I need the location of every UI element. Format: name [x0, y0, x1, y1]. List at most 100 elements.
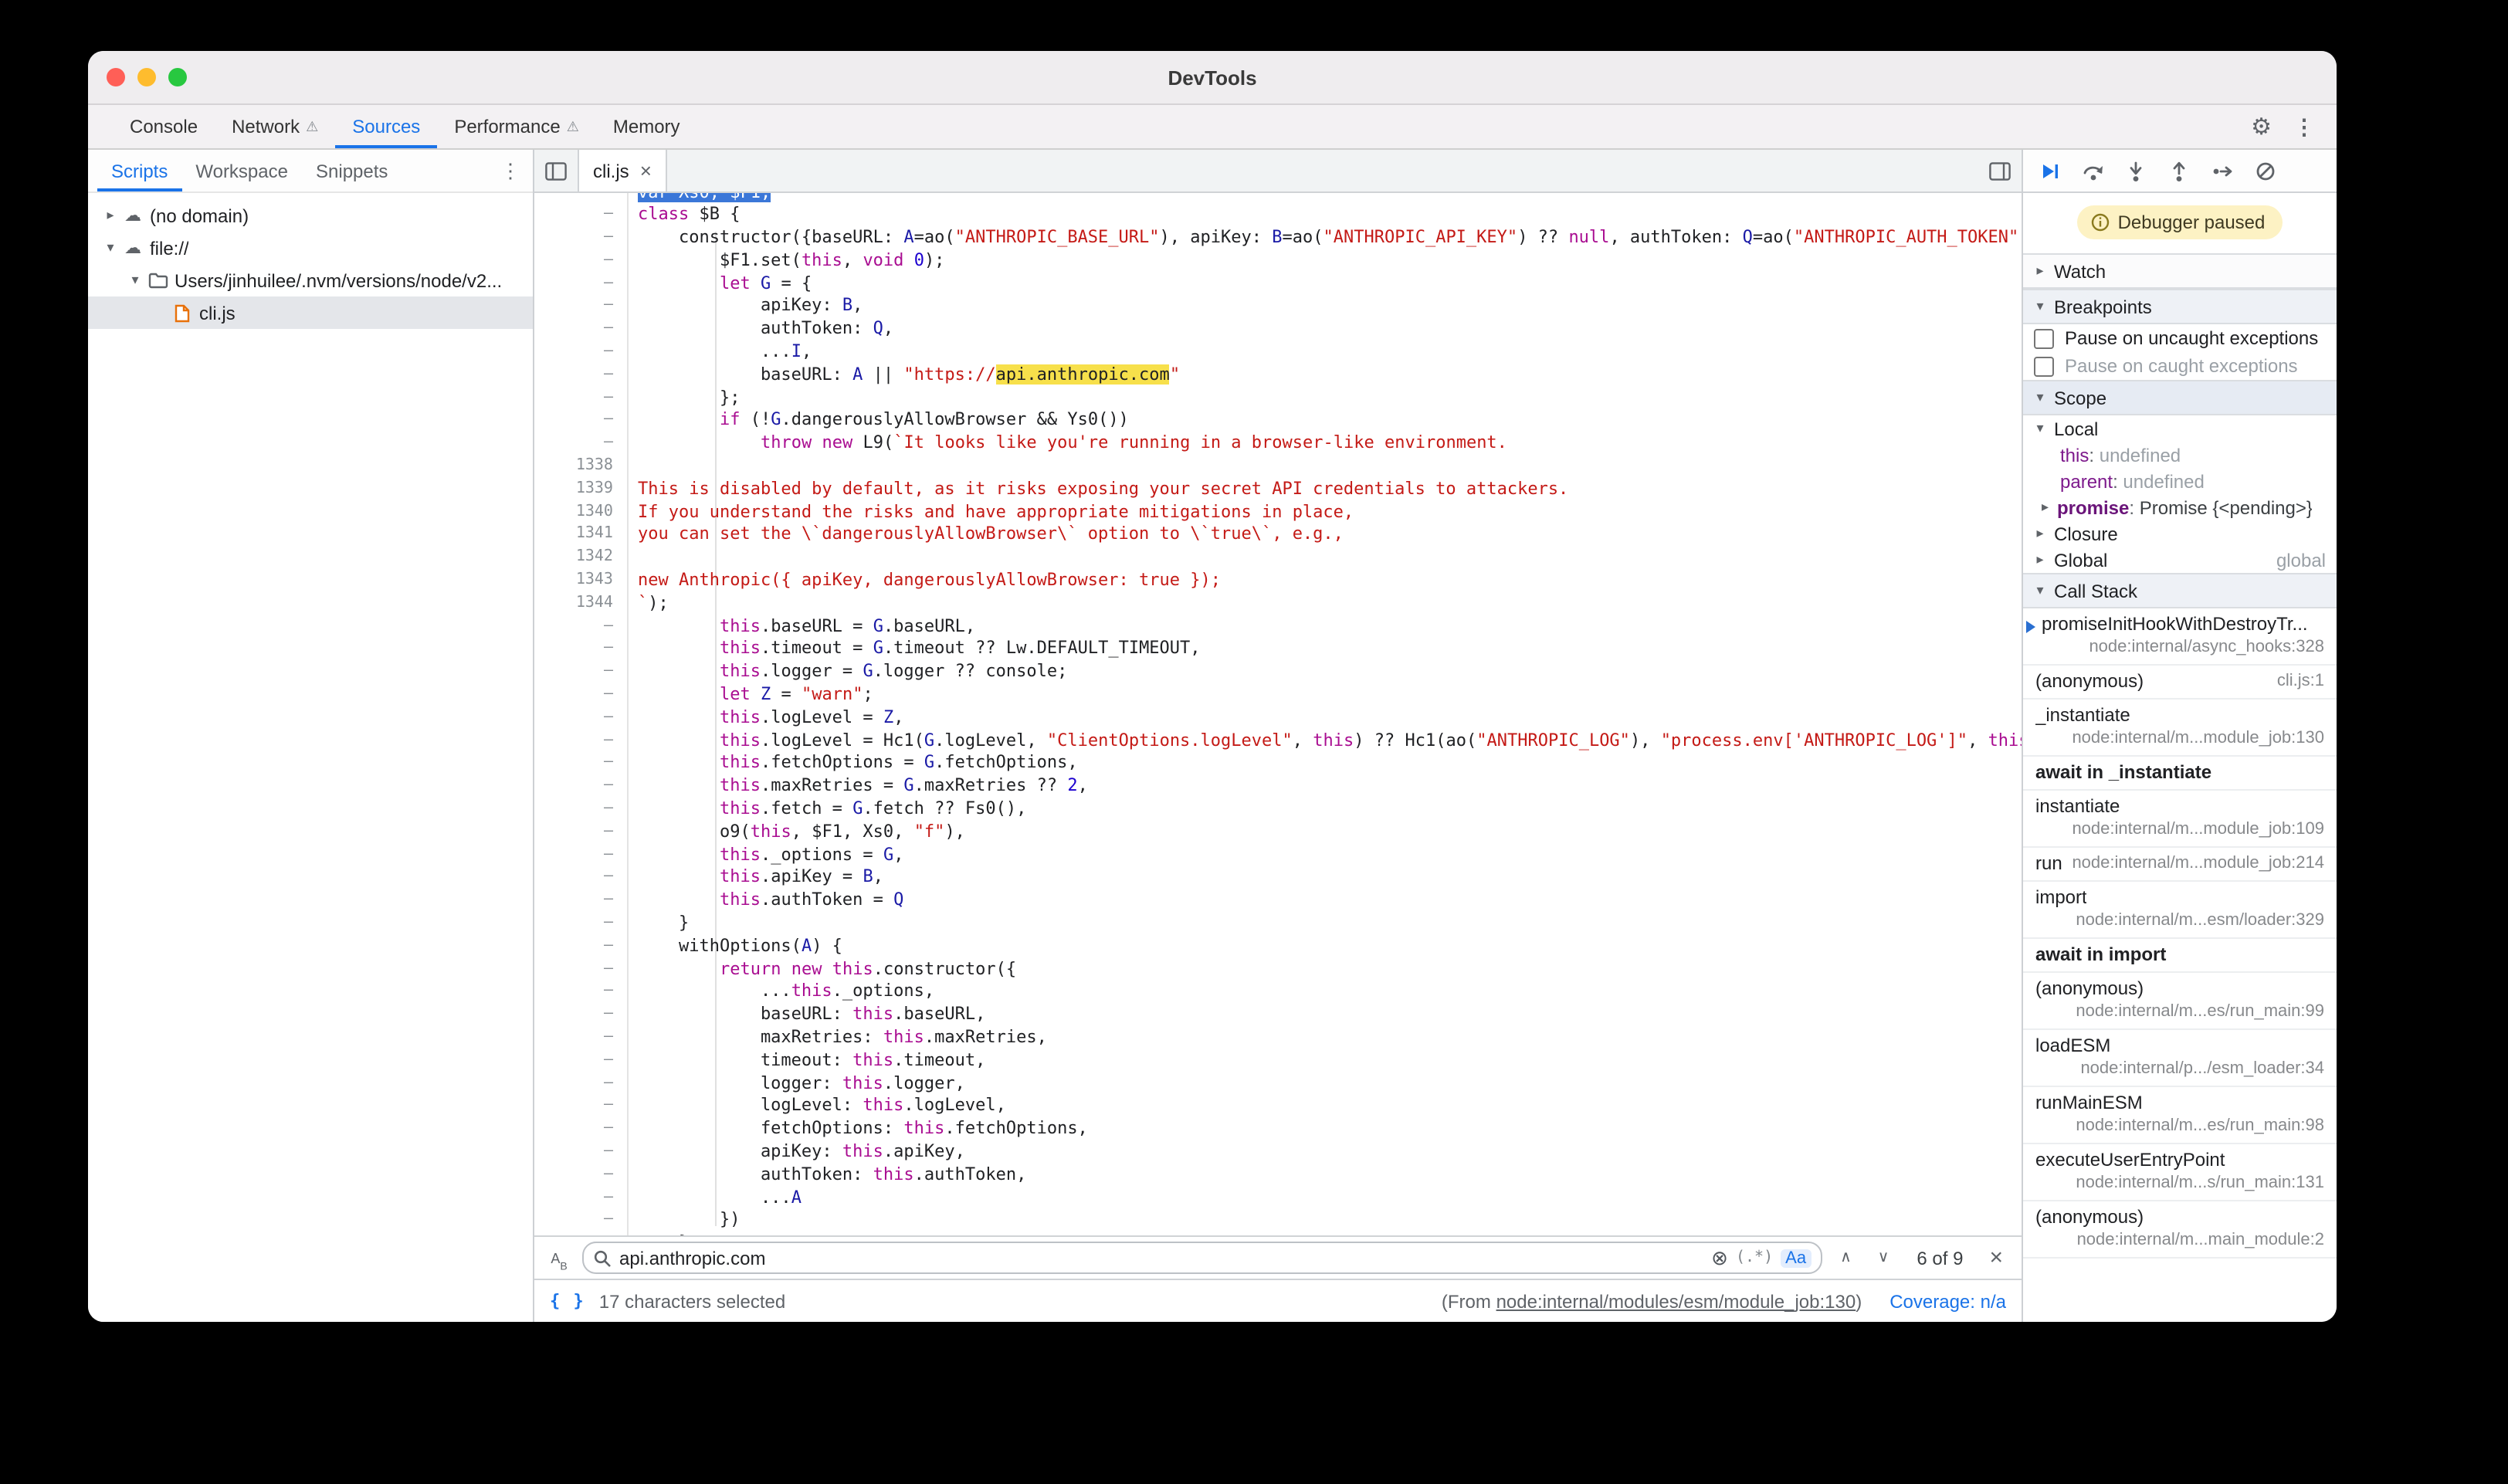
- checkbox-icon[interactable]: [2034, 356, 2054, 376]
- code-line[interactable]: – this.timeout = G.timeout ?? Lw.DEFAULT…: [534, 639, 2022, 662]
- call-stack-frame[interactable]: (anonymous)cli.js:1: [2023, 666, 2337, 700]
- code-line[interactable]: – ...this._options,: [534, 981, 2022, 1005]
- line-number[interactable]: –: [534, 981, 627, 1005]
- checkbox-icon[interactable]: [2034, 328, 2054, 348]
- line-number[interactable]: 1339: [534, 479, 627, 502]
- panel-tab-sources[interactable]: Sources: [335, 105, 437, 148]
- line-number[interactable]: –: [534, 250, 627, 273]
- line-number[interactable]: –: [534, 319, 627, 342]
- chevron-down-icon[interactable]: ▾: [125, 272, 145, 289]
- close-window-button[interactable]: [107, 68, 125, 86]
- line-number[interactable]: –: [534, 193, 627, 205]
- chevron-right-icon[interactable]: ▸: [100, 207, 120, 224]
- chevron-right-icon[interactable]: ▸: [2042, 499, 2057, 516]
- call-stack-frame[interactable]: (anonymous)node:internal/m...main_module…: [2023, 1201, 2337, 1259]
- code-line[interactable]: – fetchOptions: this.fetchOptions,: [534, 1118, 2022, 1141]
- step-into-button[interactable]: [2116, 152, 2156, 189]
- code-line[interactable]: – this.logLevel = Hc1(G.logLevel, "Clien…: [534, 730, 2022, 753]
- scope-group-local[interactable]: ▾Local: [2023, 415, 2337, 442]
- call-stack-frame[interactable]: runnode:internal/m...module_job:214: [2023, 848, 2337, 882]
- code-line[interactable]: – apiKey: B,: [534, 296, 2022, 319]
- step-button[interactable]: [2202, 152, 2242, 189]
- line-number[interactable]: –: [534, 798, 627, 822]
- line-number[interactable]: 1344: [534, 593, 627, 616]
- line-number[interactable]: –: [534, 867, 627, 890]
- scope-group-global[interactable]: ▸Globalglobal: [2023, 547, 2337, 573]
- code-line[interactable]: –class $B {: [534, 205, 2022, 228]
- search-field[interactable]: ⊗ (.*) Aa: [582, 1242, 1822, 1274]
- zoom-window-button[interactable]: [168, 68, 187, 86]
- tree-item-cli-js[interactable]: cli.js: [88, 296, 533, 329]
- line-number[interactable]: –: [534, 205, 627, 228]
- code-line[interactable]: 1342: [534, 547, 2022, 571]
- code-line[interactable]: – }: [534, 913, 2022, 936]
- tree-item--no-domain-[interactable]: ▸☁(no domain): [88, 199, 533, 232]
- panel-tab-memory[interactable]: Memory: [596, 105, 697, 148]
- pretty-print-button[interactable]: { }: [550, 1291, 585, 1311]
- more-options-icon[interactable]: ⋮: [2293, 116, 2315, 137]
- code-line[interactable]: – let G = {: [534, 273, 2022, 296]
- line-number[interactable]: –: [534, 707, 627, 730]
- scope-variable-this[interactable]: this: undefined: [2023, 442, 2337, 468]
- code-editor[interactable]: –var Xs0, $F1,–class $B {– constructor({…: [534, 193, 2022, 1235]
- code-line[interactable]: – if (!G.dangerouslyAllowBrowser && Ys0(…: [534, 410, 2022, 433]
- code-line[interactable]: – this.logLevel = Z,: [534, 707, 2022, 730]
- step-out-button[interactable]: [2159, 152, 2199, 189]
- line-number[interactable]: –: [534, 844, 627, 867]
- match-case-toggle[interactable]: Aa: [1781, 1249, 1811, 1267]
- line-number[interactable]: –: [534, 1210, 627, 1233]
- code-line[interactable]: – this.logger = G.logger ?? console;: [534, 661, 2022, 684]
- code-line[interactable]: – logger: this.logger,: [534, 1072, 2022, 1096]
- line-number[interactable]: –: [534, 913, 627, 936]
- call-stack-frame[interactable]: executeUserEntryPointnode:internal/m...s…: [2023, 1144, 2337, 1201]
- line-number[interactable]: –: [534, 661, 627, 684]
- code-line[interactable]: 1338: [534, 456, 2022, 479]
- tree-item-users-jinhuilee-nvm-versions-node-v2-[interactable]: ▾Users/jinhuilee/.nvm/versions/node/v2..…: [88, 264, 533, 296]
- code-line[interactable]: – baseURL: this.baseURL,: [534, 1004, 2022, 1027]
- line-number[interactable]: –: [534, 296, 627, 319]
- line-number[interactable]: –: [534, 1164, 627, 1188]
- line-number[interactable]: 1338: [534, 456, 627, 479]
- search-mode-icon[interactable]: AB: [547, 1243, 571, 1272]
- call-stack-frame[interactable]: importnode:internal/m...esm/loader:329: [2023, 882, 2337, 939]
- line-number[interactable]: –: [534, 1187, 627, 1210]
- line-number[interactable]: –: [534, 433, 627, 456]
- code-line[interactable]: – this.maxRetries = G.maxRetries ?? 2,: [534, 775, 2022, 798]
- code-line[interactable]: – ...I,: [534, 341, 2022, 364]
- resume-button[interactable]: [2029, 152, 2069, 189]
- navigator-more-options-icon[interactable]: ⋮: [500, 150, 533, 191]
- source-link[interactable]: node:internal/modules/esm/module_job:130: [1496, 1290, 1856, 1312]
- scope-group-closure[interactable]: ▸Closure: [2023, 520, 2337, 547]
- code-line[interactable]: 1344`);: [534, 593, 2022, 616]
- code-line[interactable]: – };: [534, 387, 2022, 410]
- line-number[interactable]: –: [534, 1072, 627, 1096]
- code-line[interactable]: 1339This is disabled by default, as it r…: [534, 479, 2022, 502]
- code-line[interactable]: 1341you can set the \`dangerouslyAllowBr…: [534, 524, 2022, 547]
- tree-item-file-[interactable]: ▾☁file://: [88, 232, 533, 264]
- step-over-button[interactable]: [2072, 152, 2113, 189]
- code-line[interactable]: – let Z = "warn";: [534, 684, 2022, 707]
- code-line[interactable]: – this.baseURL = G.baseURL,: [534, 615, 2022, 639]
- call-stack-frame[interactable]: promiseInitHookWithDestroyTr...node:inte…: [2023, 608, 2337, 666]
- deactivate-breakpoints-button[interactable]: [2245, 152, 2286, 189]
- code-line[interactable]: – throw new L9(`It looks like you're run…: [534, 433, 2022, 456]
- sidebar-tab-workspace[interactable]: Workspace: [181, 150, 302, 191]
- line-number[interactable]: –: [534, 1096, 627, 1119]
- line-number[interactable]: –: [534, 1027, 627, 1050]
- code-line[interactable]: – authToken: this.authToken,: [534, 1164, 2022, 1188]
- panel-tab-console[interactable]: Console: [113, 105, 215, 148]
- scope-variable-parent[interactable]: parent: undefined: [2023, 468, 2337, 494]
- code-line[interactable]: – withOptions(A) {: [534, 936, 2022, 959]
- code-line[interactable]: – authToken: Q,: [534, 319, 2022, 342]
- panel-tab-network[interactable]: Network⚠: [215, 105, 335, 148]
- call-stack-frame[interactable]: _instantiatenode:internal/m...module_job…: [2023, 700, 2337, 757]
- line-number[interactable]: 1340: [534, 501, 627, 524]
- code-line[interactable]: – this._options = G,: [534, 844, 2022, 867]
- search-input[interactable]: [619, 1247, 1703, 1269]
- code-line[interactable]: – baseURL: A || "https://api.anthropic.c…: [534, 364, 2022, 388]
- code-line[interactable]: – maxRetries: this.maxRetries,: [534, 1027, 2022, 1050]
- next-match-icon[interactable]: ∨: [1870, 1249, 1897, 1266]
- code-line[interactable]: – this.fetch = G.fetch ?? Fs0(),: [534, 798, 2022, 822]
- clear-search-icon[interactable]: ⊗: [1711, 1248, 1728, 1268]
- code-line[interactable]: 1340If you understand the risks and have…: [534, 501, 2022, 524]
